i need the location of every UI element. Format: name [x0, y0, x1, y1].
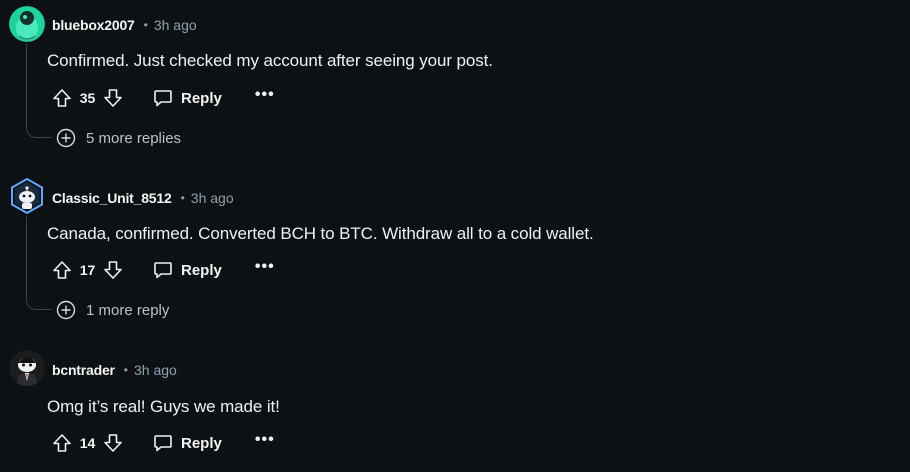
comment-body: Confirmed. Just checked my account after…	[47, 51, 493, 70]
thread-elbow	[26, 128, 52, 138]
comment-actions: 17 Reply •••	[50, 257, 275, 283]
snoo-suit-avatar-icon	[9, 350, 45, 386]
downvote-button[interactable]	[101, 258, 125, 282]
comment-bubble-icon	[154, 435, 172, 452]
reply-button[interactable]: Reply	[153, 88, 222, 108]
upvote-button[interactable]	[50, 86, 74, 110]
more-replies-label: 1 more reply	[86, 301, 170, 319]
separator-dot: •	[123, 363, 128, 377]
reply-label: Reply	[181, 434, 222, 452]
username[interactable]: bcntrader	[52, 362, 115, 378]
comment-actions: 35 Reply •••	[50, 85, 275, 111]
separator-dot: •	[143, 18, 148, 32]
thread-line[interactable]	[26, 217, 27, 300]
vote-score: 14	[79, 435, 96, 451]
thread-elbow	[26, 300, 52, 310]
upvote-button[interactable]	[50, 258, 74, 282]
reply-label: Reply	[181, 89, 222, 107]
comment-body: Canada, confirmed. Converted BCH to BTC.…	[47, 224, 594, 243]
comment-meta: Classic_Unit_8512 • 3h ago	[52, 188, 234, 208]
vote-score: 35	[79, 90, 96, 106]
comment-bubble-icon	[154, 262, 172, 279]
upvote-icon	[53, 434, 71, 452]
downvote-button[interactable]	[101, 431, 125, 455]
downvote-icon	[104, 89, 122, 107]
reply-label: Reply	[181, 261, 222, 279]
snoo-hex-avatar-icon	[11, 178, 43, 214]
comment-actions: 14 Reply •••	[50, 430, 275, 456]
more-options-button[interactable]: •••	[255, 432, 275, 451]
reply-button[interactable]: Reply	[153, 260, 222, 280]
more-options-button[interactable]: •••	[255, 259, 275, 278]
vote-score: 17	[79, 262, 96, 278]
timestamp[interactable]: 3h ago	[191, 190, 234, 206]
more-replies-label: 5 more replies	[86, 129, 182, 147]
plus-circle-icon	[56, 300, 76, 320]
timestamp[interactable]: 3h ago	[134, 362, 177, 378]
upvote-button[interactable]	[50, 431, 74, 455]
comment-thread: bluebox2007 • 3h ago Confirmed. Just che…	[0, 0, 910, 472]
timestamp[interactable]: 3h ago	[154, 17, 197, 33]
upvote-icon	[53, 261, 71, 279]
comment-meta: bcntrader • 3h ago	[52, 360, 177, 380]
more-replies-button[interactable]: 1 more reply	[56, 299, 169, 321]
upvote-icon	[53, 89, 71, 107]
downvote-button[interactable]	[101, 86, 125, 110]
avatar[interactable]	[9, 178, 45, 214]
more-replies-button[interactable]: 5 more replies	[56, 127, 181, 149]
downvote-icon	[104, 261, 122, 279]
plus-circle-icon	[56, 128, 76, 148]
reply-button[interactable]: Reply	[153, 433, 222, 453]
username[interactable]: Classic_Unit_8512	[52, 190, 172, 206]
downvote-icon	[104, 434, 122, 452]
avatar[interactable]	[9, 350, 45, 386]
comment-body: Omg it’s real! Guys we made it!	[47, 397, 280, 416]
more-options-button[interactable]: •••	[255, 87, 275, 106]
separator-dot: •	[180, 191, 185, 205]
avatar[interactable]	[9, 6, 45, 42]
snoo-teal-avatar-icon	[9, 6, 45, 42]
username[interactable]: bluebox2007	[52, 17, 135, 33]
comment-bubble-icon	[154, 90, 172, 107]
comment-meta: bluebox2007 • 3h ago	[52, 15, 197, 35]
thread-line[interactable]	[26, 44, 27, 128]
